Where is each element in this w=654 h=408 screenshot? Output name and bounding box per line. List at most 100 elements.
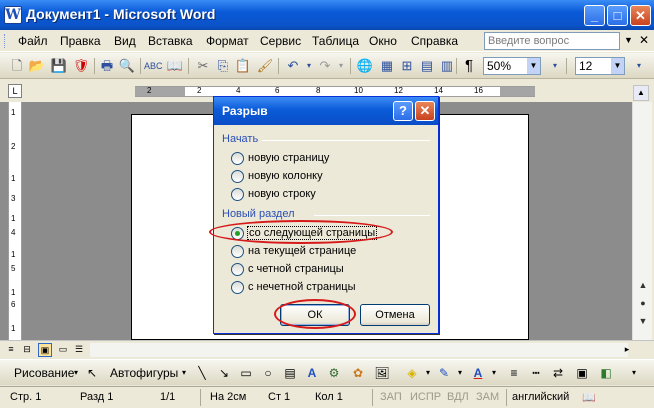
ask-question-input[interactable]: Введите вопрос: [484, 32, 620, 50]
picture-icon[interactable]: 🖼: [374, 365, 390, 381]
horizontal-scrollbar[interactable]: [90, 343, 628, 357]
toolbar-options-icon[interactable]: ▾: [630, 57, 648, 75]
dash-style-icon[interactable]: ┅: [528, 365, 544, 381]
research-icon[interactable]: 📖: [166, 57, 184, 75]
radio-button[interactable]: [231, 188, 244, 201]
chevron-down-icon[interactable]: ▾: [420, 365, 436, 381]
close-button[interactable]: ✕: [630, 5, 651, 26]
font-color-icon[interactable]: A: [470, 365, 486, 381]
arrow-icon[interactable]: ↘: [216, 365, 232, 381]
diagram-icon[interactable]: ⚙: [326, 365, 342, 381]
chevron-down-icon[interactable]: ▼: [527, 58, 540, 74]
print-icon[interactable]: 🖶: [98, 57, 116, 75]
menu-tools[interactable]: Сервис: [260, 34, 301, 48]
help-button[interactable]: ?: [393, 101, 413, 121]
zoom-select[interactable]: 50% ▼: [483, 57, 541, 75]
status-ovr[interactable]: ЗАМ: [476, 391, 499, 403]
dialog-close-button[interactable]: ✕: [415, 101, 435, 121]
rectangle-icon[interactable]: ▭: [238, 365, 254, 381]
chevron-down-icon[interactable]: ▾: [486, 365, 502, 381]
font-size-select[interactable]: 12 ▼: [575, 57, 625, 75]
copy-icon[interactable]: ⎘: [214, 57, 232, 75]
previous-page-icon[interactable]: ▲: [636, 280, 650, 293]
status-ext[interactable]: ВДЛ: [447, 391, 469, 403]
textbox-icon[interactable]: ▤: [282, 365, 298, 381]
menu-help[interactable]: Справка: [411, 34, 458, 48]
chevron-down-icon[interactable]: ▾: [452, 365, 468, 381]
spelling-status-icon[interactable]: 📖: [582, 391, 596, 404]
permission-icon[interactable]: 🛡: [72, 57, 90, 75]
paste-icon[interactable]: 📋: [234, 57, 252, 75]
normal-view-icon[interactable]: ≡: [4, 343, 18, 357]
scroll-up-button[interactable]: ▲: [633, 85, 649, 101]
cancel-button[interactable]: Отмена: [360, 304, 430, 326]
oval-icon[interactable]: ○: [260, 365, 276, 381]
menu-format[interactable]: Формат: [206, 34, 249, 48]
drawing-menu[interactable]: Рисование: [14, 366, 74, 380]
document-close-icon[interactable]: ✕: [639, 33, 649, 47]
redo-dropdown-icon[interactable]: ▾: [332, 57, 350, 75]
scroll-right-icon[interactable]: ▸: [620, 343, 634, 357]
line-icon[interactable]: ╲: [194, 365, 210, 381]
status-trk[interactable]: ИСПР: [410, 391, 441, 403]
radio-button[interactable]: [231, 152, 244, 165]
reading-view-icon[interactable]: ▭: [56, 343, 70, 357]
menu-window[interactable]: Окно: [369, 34, 397, 48]
print-layout-icon[interactable]: ▣: [38, 343, 52, 357]
chevron-down-icon[interactable]: ▼: [611, 58, 624, 74]
maximize-button[interactable]: □: [607, 5, 628, 26]
status-language[interactable]: английский: [512, 391, 569, 403]
web-view-icon[interactable]: ⊟: [20, 343, 34, 357]
dialog-title-bar[interactable]: Разрыв ? ✕: [214, 97, 438, 125]
open-icon[interactable]: 📂: [28, 57, 46, 75]
format-painter-icon[interactable]: 🖌: [256, 57, 274, 75]
shadow-icon[interactable]: ▣: [574, 365, 590, 381]
menu-table[interactable]: Таблица: [312, 34, 359, 48]
insert-table-icon[interactable]: ⊞: [398, 57, 416, 75]
menu-grip[interactable]: [4, 34, 7, 48]
minimize-button[interactable]: _: [584, 5, 605, 26]
outline-view-icon[interactable]: ☰: [72, 343, 86, 357]
status-rec[interactable]: ЗАП: [380, 391, 402, 403]
next-page-icon[interactable]: ▼: [636, 316, 650, 329]
menu-file[interactable]: Файл: [18, 34, 48, 48]
radio-button[interactable]: [231, 245, 244, 258]
3d-style-icon[interactable]: ◧: [598, 365, 614, 381]
spelling-icon[interactable]: ABC: [144, 57, 163, 75]
ok-button[interactable]: ОК: [280, 304, 350, 326]
vertical-scrollbar[interactable]: ▲ ● ▼: [632, 102, 652, 340]
new-document-icon[interactable]: 🗋: [8, 57, 26, 75]
radio-button[interactable]: [231, 170, 244, 183]
select-browse-object-icon[interactable]: ●: [636, 298, 650, 311]
select-objects-icon[interactable]: ↖: [84, 365, 100, 381]
arrow-style-icon[interactable]: ⇄: [550, 365, 566, 381]
save-icon[interactable]: 💾: [50, 57, 68, 75]
menu-insert[interactable]: Вставка: [148, 34, 193, 48]
tab-selector[interactable]: L: [8, 84, 22, 98]
tables-borders-icon[interactable]: ▦: [378, 57, 396, 75]
autoshapes-menu[interactable]: Автофигуры: [110, 366, 178, 380]
clipart-icon[interactable]: ✿: [350, 365, 366, 381]
radio-button-selected[interactable]: [231, 227, 244, 240]
wordart-icon[interactable]: A: [304, 365, 320, 381]
insert-excel-icon[interactable]: ▤: [418, 57, 436, 75]
line-style-icon[interactable]: ≡: [506, 365, 522, 381]
radio-button[interactable]: [231, 281, 244, 294]
columns-icon[interactable]: ▥: [438, 57, 456, 75]
menu-view[interactable]: Вид: [114, 34, 136, 48]
cut-icon[interactable]: ✂: [194, 57, 212, 75]
fill-color-icon[interactable]: ◈: [404, 365, 420, 381]
chevron-down-icon[interactable]: ▾: [176, 365, 192, 381]
line-color-icon[interactable]: ✎: [436, 365, 452, 381]
ask-dropdown-icon[interactable]: ▼: [624, 35, 633, 45]
show-formatting-icon[interactable]: ¶: [460, 57, 478, 75]
print-preview-icon[interactable]: 🔍: [118, 57, 136, 75]
chevron-down-icon[interactable]: ▾: [68, 365, 84, 381]
toolbar-options-icon[interactable]: ▾: [546, 57, 564, 75]
menu-edit[interactable]: Правка: [60, 34, 101, 48]
hyperlink-icon[interactable]: 🌐: [356, 57, 374, 75]
window-title-bar[interactable]: W Документ1 - Microsoft Word _ □ ✕: [0, 0, 654, 30]
vertical-ruler[interactable]: 1 2 1 3 1 4 1 5 1 6 1: [8, 102, 22, 340]
toolbar-options-icon[interactable]: ▾: [626, 365, 642, 381]
scroll-thumb[interactable]: [634, 106, 650, 302]
